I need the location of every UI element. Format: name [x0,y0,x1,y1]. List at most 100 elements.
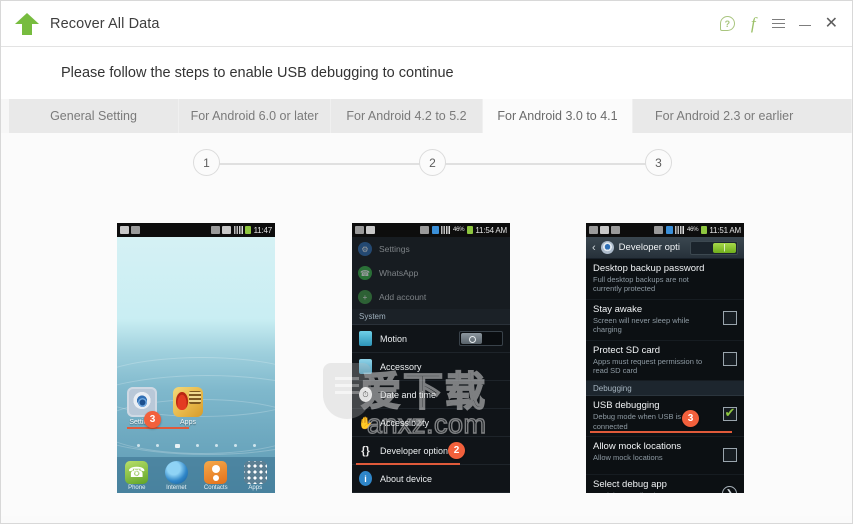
facebook-icon[interactable]: f [749,15,758,32]
phone3-clock: 11:51 AM [709,225,741,235]
section-header-debugging: Debugging [586,381,744,397]
table-row[interactable]: ⏱ Date and time [352,381,510,409]
row-label: About device [380,473,433,484]
step-2[interactable]: 2 [419,149,446,176]
checkbox[interactable] [723,351,737,366]
row-label: Add account [379,292,427,302]
minimize-icon[interactable] [798,24,811,27]
table-row[interactable]: Motion [352,325,510,353]
step-3[interactable]: 3 [645,149,672,176]
globe-icon [164,461,188,484]
phone1-status-bar: 11:47 [117,223,275,237]
table-row-developer-options[interactable]: {} Developer options 2 [352,437,510,465]
plus-icon: + [358,290,372,304]
checkbox[interactable] [723,310,737,325]
hand-icon: ✋ [358,415,373,430]
tab-android-30-to-41[interactable]: For Android 3.0 to 4.1 [483,99,633,133]
back-status-icon [589,226,598,234]
dock-contacts-label: Contacts [203,485,228,491]
highlight-underline [590,431,732,433]
phone3-action-bar: ‹ Developer opti [586,237,744,259]
tab-general-setting[interactable]: General Setting [9,99,179,133]
row-label: Accessibility [380,417,430,428]
item-subtitle: Apps must request permission to read SD … [593,356,703,375]
accessory-icon [359,359,372,374]
phone2-battery-pct: 46% [452,227,465,233]
signal-icon [233,226,243,234]
brackets-icon: {} [361,444,370,457]
wifi-icon [222,226,232,234]
motion-toggle[interactable] [459,331,503,346]
dock-apps-label: Apps [248,485,263,491]
table-row[interactable]: Accessory [352,353,510,381]
subtitle-bar: Please follow the steps to enable USB de… [1,47,852,99]
home-logo-icon [15,12,39,35]
application-window: Recover All Data ? f ✕ Please follow the… [0,0,853,524]
item-title: Desktop backup password [593,263,705,274]
signal-icon [441,226,451,234]
developer-options-switch[interactable] [690,240,738,255]
whatsapp-icon: ☎ [358,266,372,280]
step-1[interactable]: 1 [193,149,220,176]
list-item[interactable]: Stay awake Screen will never sleep while… [586,300,744,341]
gear-icon: ⚙ [358,242,372,256]
window-controls: ? f ✕ [719,15,838,32]
list-item[interactable]: Allow mock locations Allow mock location… [586,437,744,475]
sim-icon [665,226,673,234]
dock-internet[interactable]: Internet [160,461,192,491]
motion-icon [359,331,372,346]
checkbox-checked[interactable] [723,406,737,422]
list-item[interactable]: Protect SD card Apps must request permis… [586,341,744,382]
tab-bar: General Setting For Android 6.0 or later… [1,99,852,133]
row-label: Date and time [380,389,437,400]
phone-screenshot-1: 11:47 Settings Apps 3 ☎ Phone Internet C… [117,223,275,493]
close-icon[interactable]: ✕ [825,15,838,32]
step-connector-2 [445,163,647,165]
signal-icon [675,226,685,234]
item-subtitle: Full desktop backups are not currently p… [593,275,689,294]
tab-android-23-or-earlier[interactable]: For Android 2.3 or earlier [633,99,852,133]
item-title: USB debugging [593,400,660,412]
list-item[interactable]: Select debug app No debug application se… [586,475,744,493]
screen-title: Developer opti [618,242,680,253]
step-indicator: 1 2 3 [193,149,672,179]
item-subtitle: No debug application set [593,491,711,493]
tab-android-6-or-later[interactable]: For Android 6.0 or later [179,99,331,133]
clock-icon: ⏱ [359,387,372,402]
list-item[interactable]: ☎ WhatsApp [352,261,510,285]
list-item[interactable]: Desktop backup password Full desktop bac… [586,259,744,300]
list-item[interactable]: + Add account [352,285,510,309]
dock-contacts[interactable]: Contacts [200,461,232,491]
section-header-system: System [352,309,510,325]
phone-screenshot-3: 46% 11:51 AM ‹ Developer opti Desktop ba… [586,223,744,493]
facebook-status-icon [611,226,620,234]
phone3-developer-options: ‹ Developer opti Desktop backup password… [586,237,744,493]
hamburger-menu-icon[interactable] [771,16,785,30]
dock-internet-label: Internet [166,485,187,491]
main-content: 1 2 3 11:47 Settings Apps 3 ☎ Phone Inte… [1,133,852,516]
gear-icon [600,241,614,254]
apps-app-icon[interactable]: Apps [171,387,205,426]
phone1-wallpaper: Settings Apps 3 Phone [117,237,275,493]
app-tile-icon [173,387,203,417]
row-label: WhatsApp [379,268,419,278]
phone2-settings-list: ⚙ Settings ☎ WhatsApp + Add account Syst… [352,237,510,493]
list-item-usb-debugging[interactable]: USB debugging Debug mode when USB is con… [586,396,744,437]
dock-apps[interactable]: Apps [239,461,271,491]
table-row[interactable]: i About device [352,465,510,493]
help-icon[interactable]: ? [719,16,735,31]
phone-screenshot-2: 46% 11:54 AM ⚙ Settings ☎ WhatsApp + Add… [352,223,510,493]
page-dots [117,444,275,448]
keyboard-status-icon [131,226,140,234]
checkbox[interactable] [723,448,737,462]
phone1-dock: Phone Internet Contacts Apps [117,457,275,493]
item-title: Stay awake [593,303,643,315]
table-row[interactable]: ✋ Accessibility [352,409,510,437]
list-item[interactable]: ⚙ Settings [352,237,510,261]
dock-phone[interactable]: Phone [121,461,153,491]
step-connector-1 [218,163,420,165]
phone-icon [125,461,149,484]
download-status-icon [355,226,364,234]
tab-android-42-to-52[interactable]: For Android 4.2 to 5.2 [331,99,483,133]
back-icon[interactable]: ‹ [592,242,596,254]
